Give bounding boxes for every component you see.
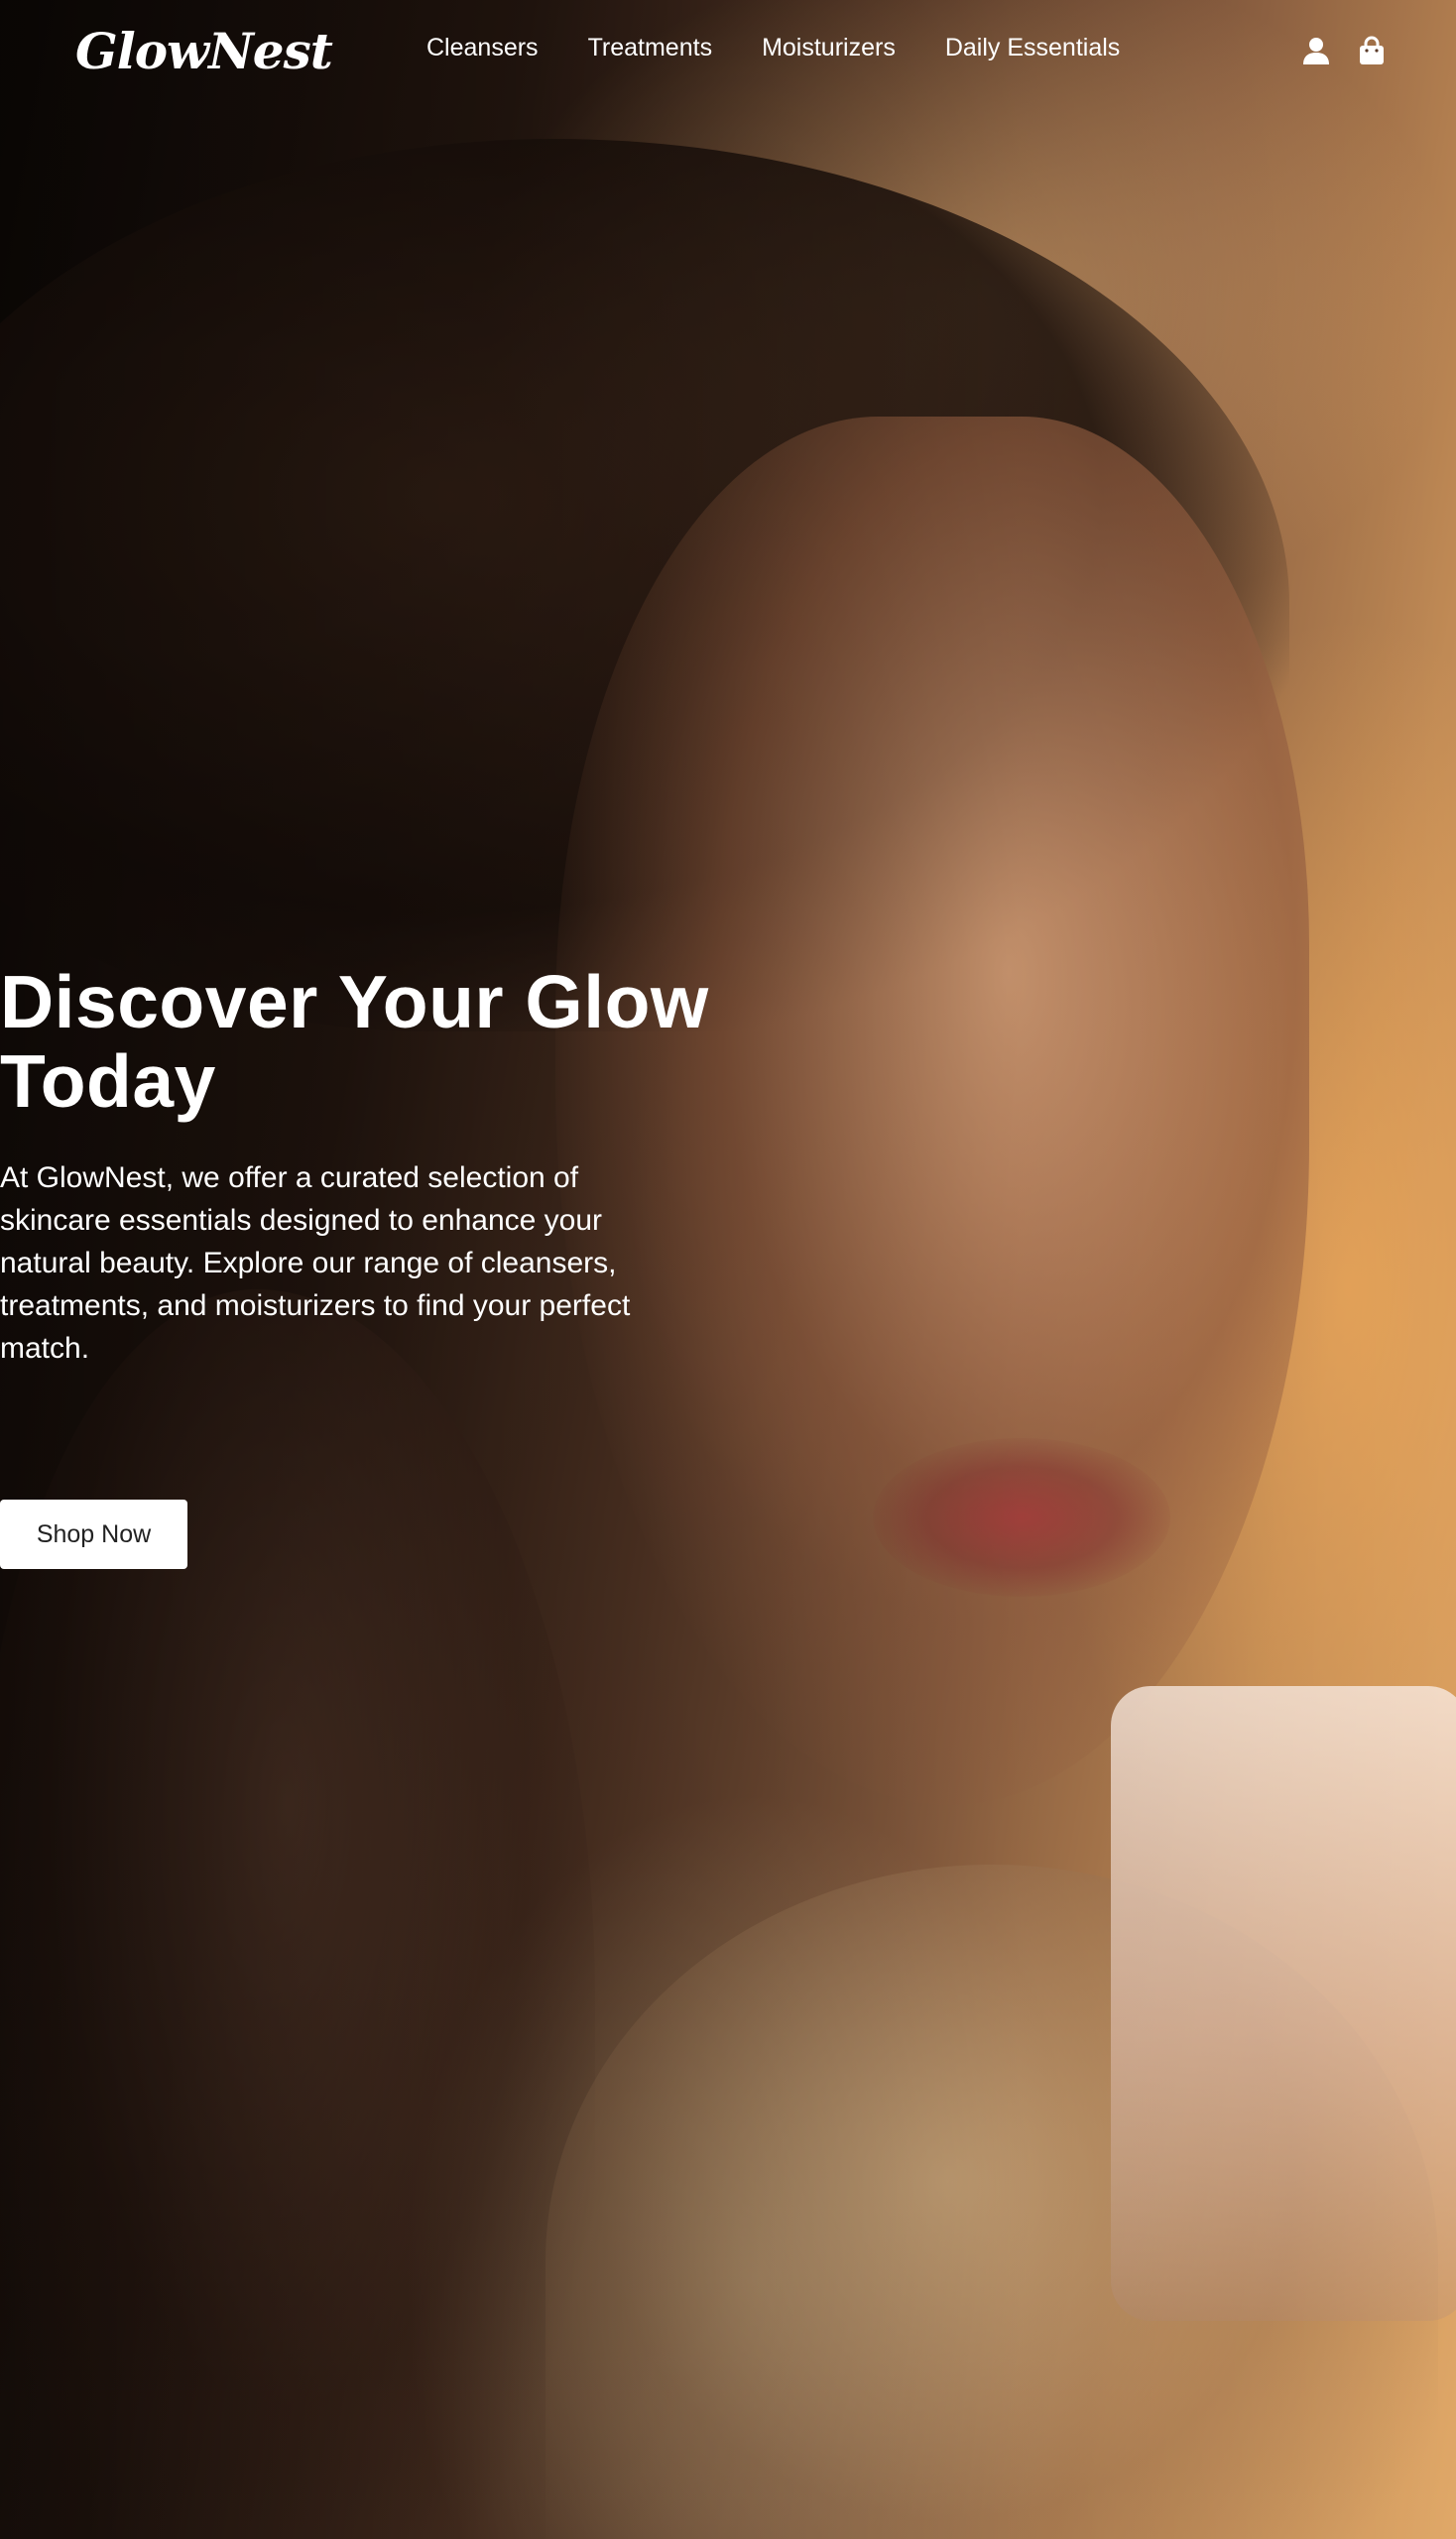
hero-image-shoulder (546, 1865, 1438, 2539)
nav-item-cleansers[interactable]: Cleansers (426, 34, 539, 62)
nav-item-moisturizers[interactable]: Moisturizers (762, 34, 896, 62)
hero-description: At GlowNest, we offer a curated selectio… (0, 1161, 631, 1365)
hero-image-lips (873, 1438, 1170, 1597)
header-icons (1301, 36, 1387, 65)
nav-item-daily-essentials[interactable]: Daily Essentials (945, 34, 1120, 62)
user-icon[interactable] (1301, 36, 1331, 65)
main-nav: Cleansers Treatments Moisturizers Daily … (426, 34, 1120, 62)
brand-logo[interactable]: GlowNest (75, 22, 333, 80)
site-header: GlowNest Cleansers Treatments Moisturize… (0, 0, 1456, 103)
hero-section: Discover Your Glow Today At GlowNest, we… (0, 962, 714, 1370)
hero-image-hair (0, 139, 1289, 1031)
hero-image-hand (0, 1289, 595, 2539)
hero-image-cream-jar (1111, 1686, 1456, 2321)
hero-title: Discover Your Glow Today (0, 960, 709, 1123)
landing-page: GlowNest Cleansers Treatments Moisturize… (0, 0, 1456, 2539)
shop-now-button[interactable]: Shop Now (0, 1500, 187, 1569)
nav-item-treatments[interactable]: Treatments (588, 34, 713, 62)
shopping-bag-icon[interactable] (1357, 36, 1387, 65)
